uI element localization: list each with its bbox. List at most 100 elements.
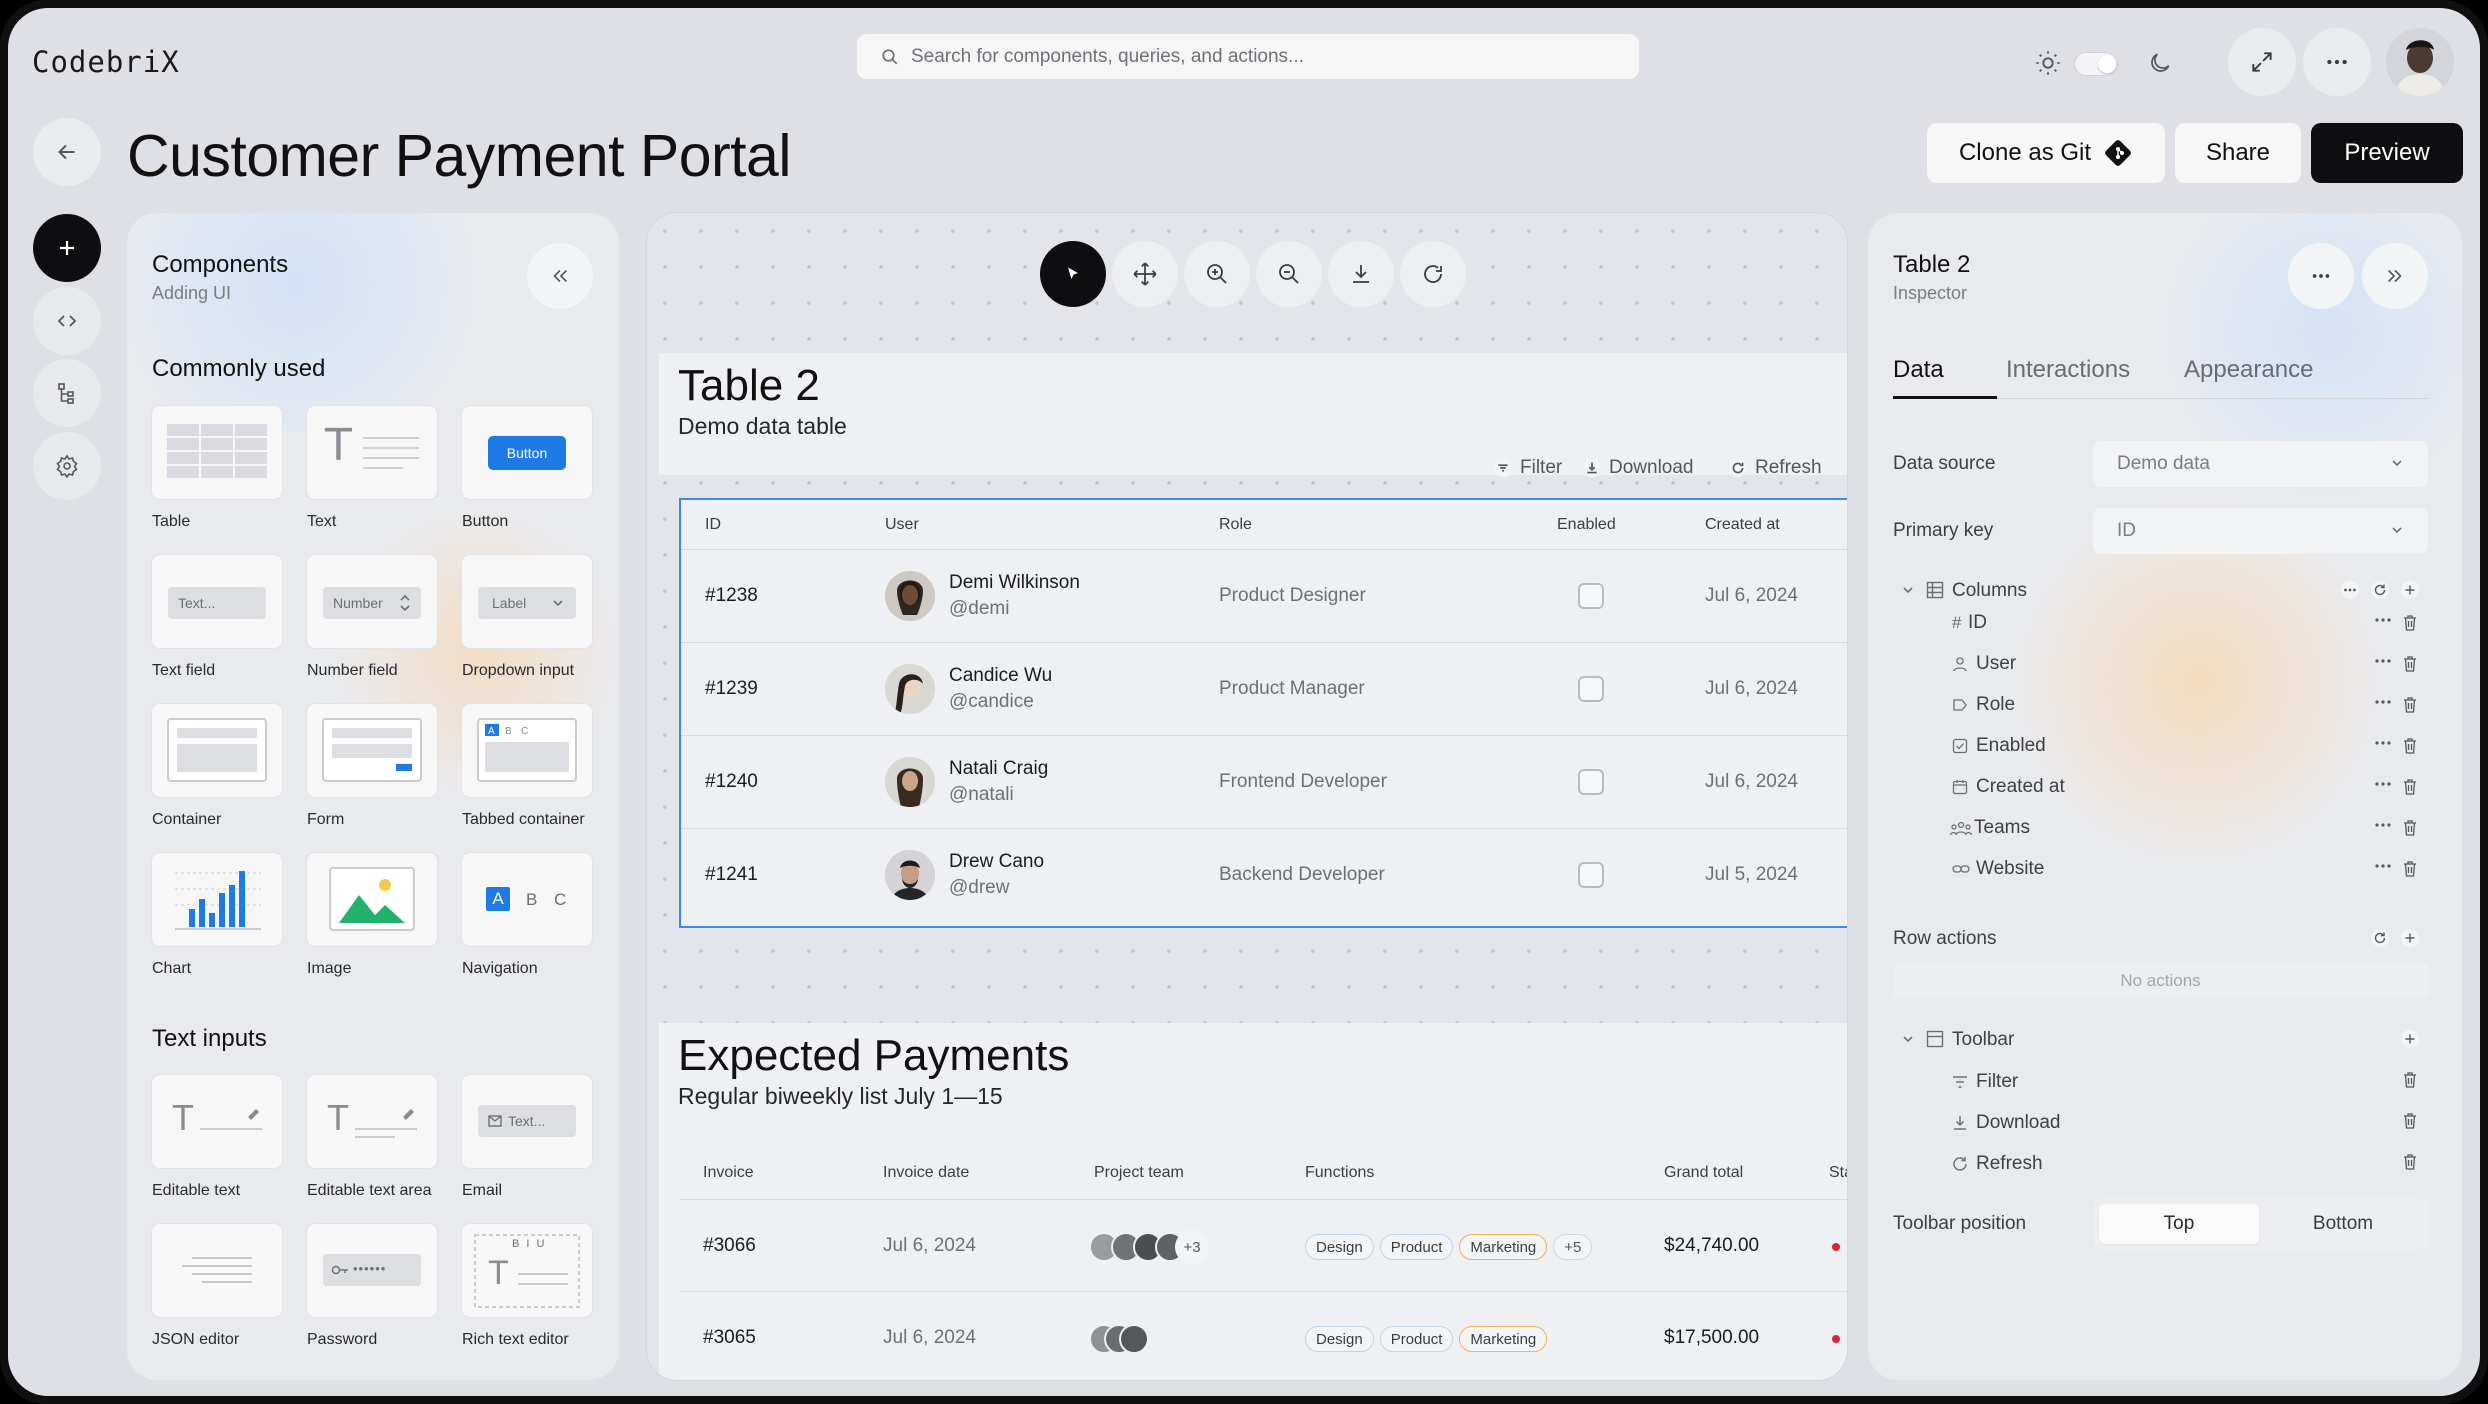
table-tile[interactable] <box>152 406 282 499</box>
column-item-role[interactable]: Role <box>1868 693 2462 719</box>
toolbar-item-refresh[interactable]: Refresh <box>1868 1152 2462 1178</box>
plus-icon[interactable] <box>2400 928 2420 948</box>
share-button[interactable]: Share <box>2175 123 2301 183</box>
tab-interactions[interactable]: Interactions <box>2006 356 2130 384</box>
table-row[interactable]: #1241 Drew Cano @drew Backend Developer … <box>681 829 1847 922</box>
toolbar-item-download[interactable]: Download <box>1868 1111 2462 1137</box>
more-icon[interactable] <box>2374 863 2392 869</box>
table2[interactable]: ID User Role Enabled Created at #1238 De… <box>679 498 1847 928</box>
rich-text-tile[interactable]: B I U T <box>462 1224 592 1317</box>
text-field-tile[interactable]: Text... <box>152 555 282 648</box>
editable-text-tile[interactable]: T <box>152 1075 282 1168</box>
email-tile[interactable]: Text... <box>462 1075 592 1168</box>
tab-data[interactable]: Data <box>1893 356 1944 384</box>
chevron-down-icon[interactable] <box>1902 1035 1914 1043</box>
column-item-website[interactable]: Website <box>1868 857 2462 883</box>
table-row[interactable]: #3066 Jul 6, 2024 +3 Design Product Market… <box>679 1200 1847 1292</box>
payments-table[interactable]: Invoice Invoice date Project team Functi… <box>679 1137 1847 1380</box>
table-row[interactable]: #1240 Natali Craig @natali Frontend Deve… <box>681 736 1847 829</box>
add-button[interactable] <box>33 214 101 282</box>
table-row[interactable]: #1239 Candice Wu @candice Product Manage… <box>681 643 1847 736</box>
sun-icon[interactable] <box>2033 48 2063 78</box>
password-tile[interactable]: •••••• <box>307 1224 437 1317</box>
refresh-icon[interactable] <box>2370 928 2390 948</box>
trash-icon[interactable] <box>2403 1113 2417 1129</box>
zoom-out-tool[interactable] <box>1256 241 1322 307</box>
expand-button[interactable] <box>2228 28 2296 96</box>
text-tile[interactable]: T <box>307 406 437 499</box>
col-header-enabled[interactable]: Enabled <box>1557 516 1616 534</box>
tab-appearance[interactable]: Appearance <box>2184 356 2313 384</box>
column-item-teams[interactable]: Teams <box>1868 816 2462 842</box>
column-item-id[interactable]: # ID <box>1868 611 2462 637</box>
col-header-grand-total[interactable]: Grand total <box>1664 1164 1743 1182</box>
plus-icon[interactable] <box>2400 1029 2420 1049</box>
back-button[interactable] <box>33 118 101 186</box>
toolbar-position-segmented[interactable]: Top Bottom <box>2093 1199 2428 1249</box>
chart-tile[interactable] <box>152 853 282 946</box>
user-avatar[interactable] <box>2386 28 2454 96</box>
more-icon[interactable] <box>2374 699 2392 705</box>
zoom-in-tool[interactable] <box>1184 241 1250 307</box>
collapse-inspector-button[interactable] <box>2362 243 2428 309</box>
col-header-invoice[interactable]: Invoice <box>703 1164 754 1182</box>
refresh-tool[interactable] <box>1400 241 1466 307</box>
trash-icon[interactable] <box>2403 615 2417 631</box>
table-row[interactable]: #3065 Jul 6, 2024 Design Product Marketing… <box>679 1292 1847 1380</box>
trash-icon[interactable] <box>2403 1154 2417 1170</box>
col-header-created[interactable]: Created at <box>1705 516 1780 534</box>
col-header-role[interactable]: Role <box>1219 516 1252 534</box>
col-header-user[interactable]: User <box>885 516 919 534</box>
table-row[interactable]: #1238 Demi Wilkinson @demi Product Desig… <box>681 550 1847 643</box>
button-tile[interactable]: Button <box>462 406 592 499</box>
json-editor-tile[interactable] <box>152 1224 282 1317</box>
canvas[interactable]: Table 2 Demo data table Filter Download … <box>647 213 1847 1380</box>
more-icon[interactable] <box>2374 617 2392 623</box>
col-header-id[interactable]: ID <box>705 516 721 534</box>
select-tool[interactable] <box>1040 241 1106 307</box>
theme-toggle[interactable] <box>2074 52 2118 76</box>
image-tile[interactable] <box>307 853 437 946</box>
container-tile[interactable] <box>152 704 282 797</box>
toolbar-label[interactable]: Toolbar <box>1952 1029 2014 1051</box>
trash-icon[interactable] <box>2403 738 2417 754</box>
trash-icon[interactable] <box>2403 779 2417 795</box>
enabled-checkbox[interactable] <box>1578 583 1604 609</box>
tabbed-container-tile[interactable]: ABC <box>462 704 592 797</box>
more-button[interactable] <box>2303 28 2371 96</box>
more-icon[interactable] <box>2374 740 2392 746</box>
primary-key-select[interactable]: ID <box>2093 508 2428 554</box>
column-item-user[interactable]: User <box>1868 652 2462 678</box>
position-bottom-option[interactable]: Bottom <box>2263 1204 2423 1244</box>
chevron-down-icon[interactable] <box>1902 586 1914 594</box>
column-item-created[interactable]: Created at <box>1868 775 2462 801</box>
position-top-option[interactable]: Top <box>2099 1204 2259 1244</box>
enabled-checkbox[interactable] <box>1578 676 1604 702</box>
columns-label[interactable]: Columns <box>1952 580 2027 602</box>
table-refresh-button[interactable]: Refresh <box>1727 457 1822 479</box>
column-item-enabled[interactable]: Enabled <box>1868 734 2462 760</box>
move-tool[interactable] <box>1112 241 1178 307</box>
editable-textarea-tile[interactable]: T <box>307 1075 437 1168</box>
trash-icon[interactable] <box>2403 820 2417 836</box>
col-header-functions[interactable]: Functions <box>1305 1164 1374 1182</box>
preview-button[interactable]: Preview <box>2311 123 2463 183</box>
enabled-checkbox[interactable] <box>1578 862 1604 888</box>
dropdown-tile[interactable]: Label <box>462 555 592 648</box>
clone-as-git-button[interactable]: Clone as Git <box>1927 123 2165 183</box>
tree-button[interactable] <box>33 359 101 427</box>
trash-icon[interactable] <box>2403 861 2417 877</box>
download-tool[interactable] <box>1328 241 1394 307</box>
table-filter-button[interactable]: Filter <box>1492 457 1562 479</box>
more-icon[interactable] <box>2340 580 2360 600</box>
table-download-button[interactable]: Download <box>1581 457 1694 479</box>
trash-icon[interactable] <box>2403 1072 2417 1088</box>
enabled-checkbox[interactable] <box>1578 769 1604 795</box>
settings-button[interactable] <box>33 432 101 500</box>
col-header-status[interactable]: Sta <box>1829 1164 1847 1182</box>
col-header-invoice-date[interactable]: Invoice date <box>883 1164 969 1182</box>
more-icon[interactable] <box>2374 822 2392 828</box>
plus-icon[interactable] <box>2400 580 2420 600</box>
number-field-tile[interactable]: Number <box>307 555 437 648</box>
more-icon[interactable] <box>2374 781 2392 787</box>
